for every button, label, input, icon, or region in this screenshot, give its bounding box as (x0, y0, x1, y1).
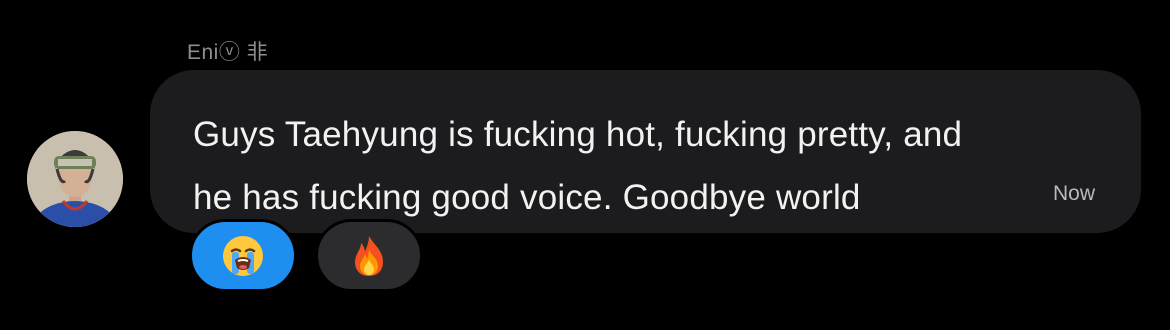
avatar[interactable] (27, 131, 123, 227)
loudly-crying-face-icon (221, 234, 265, 278)
fire-icon (347, 234, 391, 278)
sender-name: Eniⓥ 非 (187, 41, 269, 64)
profile-photo-icon (27, 131, 123, 227)
message-text-line: he has fucking good voice. Goodbye world (193, 178, 861, 217)
message-bubble[interactable]: Guys Taehyung is fucking hot, fucking pr… (150, 70, 1141, 233)
message-text-line: Guys Taehyung is fucking hot, fucking pr… (193, 115, 963, 154)
message-timestamp: Now (1052, 182, 1095, 205)
reaction-crying-face[interactable] (189, 219, 297, 292)
message-text: Guys Taehyung is fucking hot, fucking pr… (193, 103, 1093, 229)
reaction-fire[interactable] (315, 219, 423, 292)
